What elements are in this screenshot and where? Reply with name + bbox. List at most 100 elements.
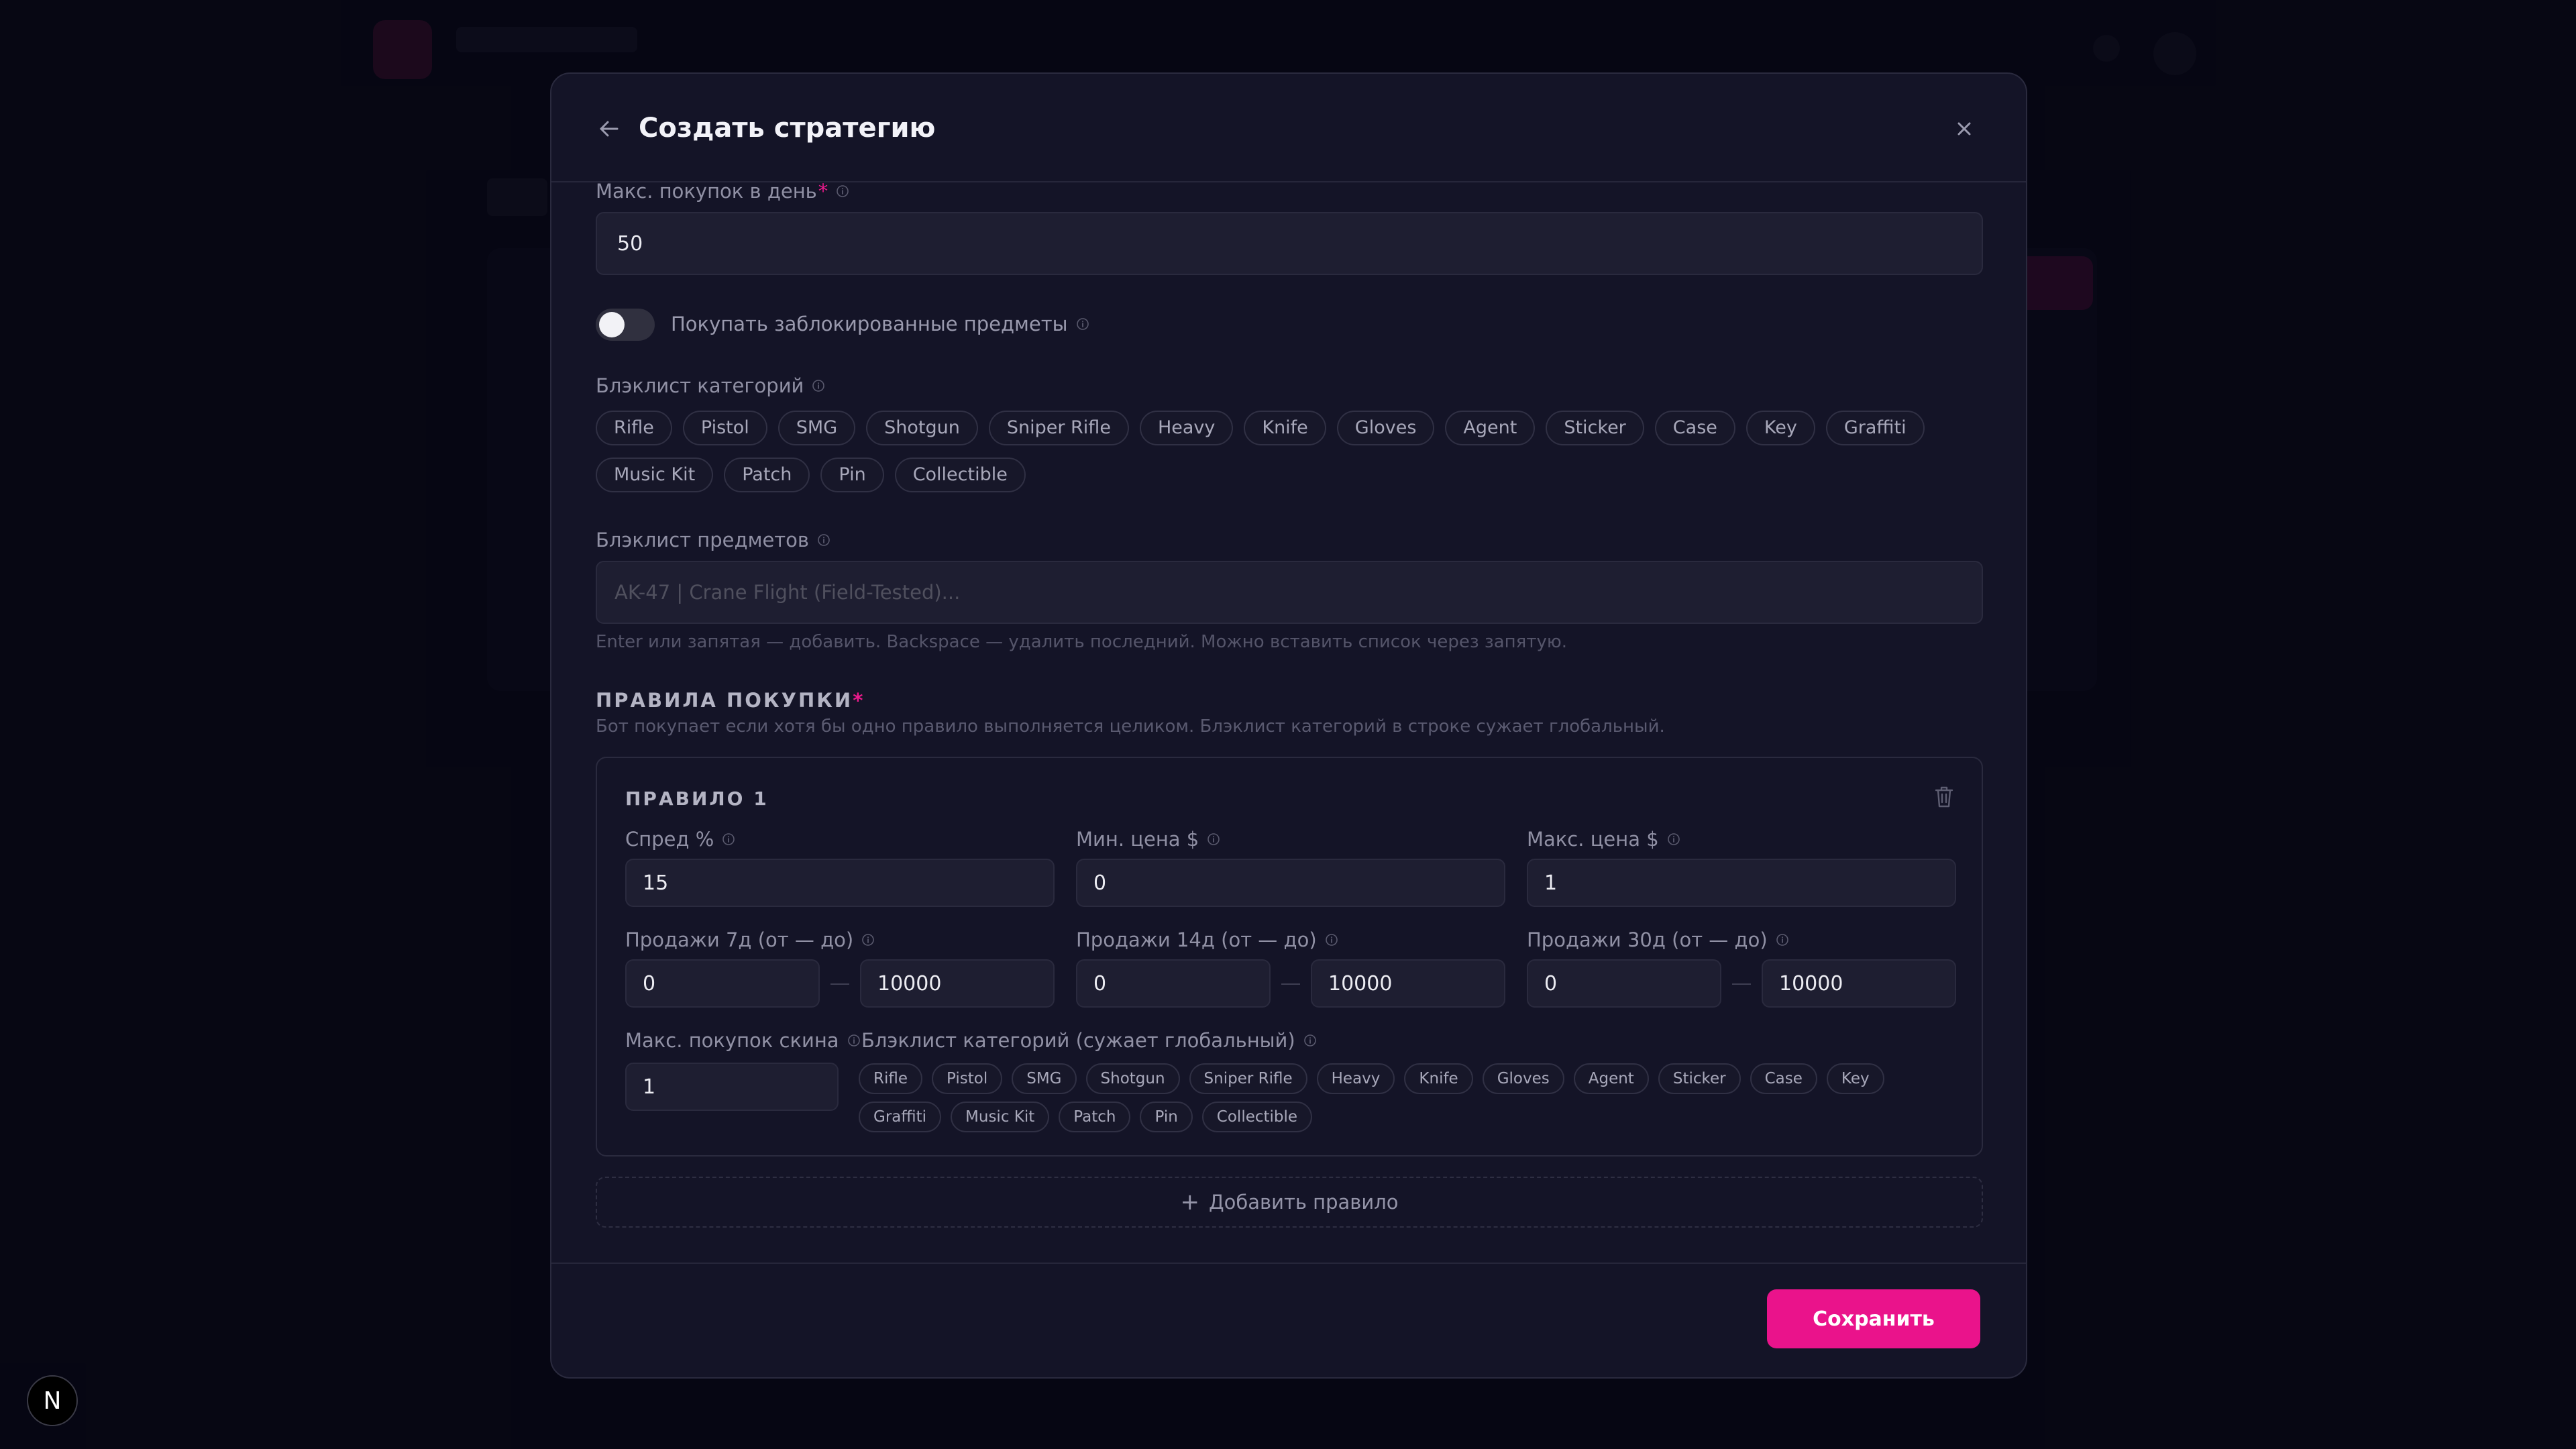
info-icon[interactable] <box>836 184 849 198</box>
n-badge[interactable]: N <box>27 1375 78 1426</box>
rule-category-chip-key[interactable]: Key <box>1826 1063 1884 1094</box>
close-icon[interactable] <box>1952 117 1976 141</box>
rule-category-chip-sticker[interactable]: Sticker <box>1658 1063 1741 1094</box>
info-icon[interactable] <box>1303 1034 1317 1047</box>
rule-category-chip-pistol[interactable]: Pistol <box>932 1063 1003 1094</box>
range-dash <box>830 983 849 985</box>
category-chip-gloves[interactable]: Gloves <box>1336 411 1435 445</box>
arrow-left-icon[interactable] <box>596 115 623 142</box>
sales-14d-from-input[interactable] <box>1076 959 1271 1008</box>
info-icon[interactable] <box>817 533 830 547</box>
rule-category-blacklist-label-text: Блэклист категорий (сужает глобальный) <box>861 1029 1295 1052</box>
max-skin-purchases-label-text: Макс. покупок скина <box>625 1029 839 1052</box>
sales-7d-label: Продажи 7д (от — до) <box>625 928 875 951</box>
category-chip-key[interactable]: Key <box>1746 411 1815 445</box>
sales-14d-label-text: Продажи 14д (от — до) <box>1076 928 1317 951</box>
sales-7d-from-input[interactable] <box>625 959 820 1008</box>
sales-30d-label: Продажи 30д (от — до) <box>1527 928 1789 951</box>
purchase-rules-title: ПРАВИЛА ПОКУПКИ* <box>596 689 865 712</box>
max-purchases-label: Макс. покупок в день * <box>596 180 849 203</box>
rule-category-chip-patch[interactable]: Patch <box>1059 1102 1131 1132</box>
category-blacklist-chips: Rifle Pistol SMG Shotgun Sniper Rifle He… <box>596 411 1983 492</box>
max-purchases-input[interactable] <box>596 212 1983 275</box>
rule-category-chip-knife[interactable]: Knife <box>1404 1063 1473 1094</box>
trash-icon[interactable] <box>1933 785 1955 809</box>
max-price-input[interactable] <box>1527 859 1956 907</box>
modal-title: Создать стратегию <box>639 113 936 144</box>
item-blacklist-input[interactable] <box>596 561 1983 624</box>
rule-category-chip-case[interactable]: Case <box>1750 1063 1817 1094</box>
category-chip-agent[interactable]: Agent <box>1445 411 1536 445</box>
category-chip-graffiti[interactable]: Graffiti <box>1825 411 1925 445</box>
required-marker: * <box>818 180 828 203</box>
rule-category-chip-music-kit[interactable]: Music Kit <box>951 1102 1050 1132</box>
rule-category-chip-shotgun[interactable]: Shotgun <box>1085 1063 1180 1094</box>
sales-7d-to-input[interactable] <box>860 959 1055 1008</box>
rule-category-chip-collectible[interactable]: Collectible <box>1201 1102 1313 1132</box>
spread-input[interactable] <box>625 859 1055 907</box>
create-strategy-modal: Создать стратегию Макс. покупок в день * … <box>550 72 2027 1379</box>
max-price-label: Макс. цена $ <box>1527 828 1680 851</box>
item-blacklist-label-text: Блэклист предметов <box>596 529 810 551</box>
rule-category-chip-rifle[interactable]: Rifle <box>859 1063 923 1094</box>
category-chip-patch[interactable]: Patch <box>724 458 810 492</box>
add-rule-label: Добавить правило <box>1208 1191 1399 1214</box>
sales-30d-from-input[interactable] <box>1527 959 1721 1008</box>
category-chip-rifle[interactable]: Rifle <box>596 411 672 445</box>
category-chip-pistol[interactable]: Pistol <box>682 411 767 445</box>
toggle-knob <box>599 312 625 337</box>
rule-category-chip-sniper-rifle[interactable]: Sniper Rifle <box>1189 1063 1307 1094</box>
min-price-input[interactable] <box>1076 859 1505 907</box>
category-chip-collectible[interactable]: Collectible <box>894 458 1026 492</box>
buy-locked-label: Покупать заблокированные предметы <box>671 313 1089 335</box>
range-dash <box>1732 983 1751 985</box>
info-icon[interactable] <box>861 933 875 947</box>
category-chip-shotgun[interactable]: Shotgun <box>866 411 978 445</box>
modal-header: Создать стратегию <box>551 74 2026 182</box>
save-button[interactable]: Сохранить <box>1767 1289 1980 1348</box>
buy-locked-toggle[interactable] <box>596 309 655 341</box>
rule-category-chip-pin[interactable]: Pin <box>1140 1102 1193 1132</box>
rule-category-chip-heavy[interactable]: Heavy <box>1316 1063 1395 1094</box>
category-blacklist-label-text: Блэклист категорий <box>596 374 804 397</box>
category-chip-sniper-rifle[interactable]: Sniper Rifle <box>988 411 1129 445</box>
rule-category-chip-agent[interactable]: Agent <box>1573 1063 1649 1094</box>
max-skin-purchases-input[interactable] <box>625 1063 839 1111</box>
category-chip-sticker[interactable]: Sticker <box>1546 411 1644 445</box>
rule-category-chip-smg[interactable]: SMG <box>1012 1063 1077 1094</box>
max-price-label-text: Макс. цена $ <box>1527 828 1659 851</box>
rule-category-chip-gloves[interactable]: Gloves <box>1482 1063 1564 1094</box>
add-rule-button[interactable]: + Добавить правило <box>596 1177 1983 1228</box>
info-icon[interactable] <box>847 1034 861 1047</box>
spread-label: Спред % <box>625 828 735 851</box>
info-icon[interactable] <box>1667 833 1680 846</box>
range-dash <box>1281 983 1300 985</box>
category-chip-case[interactable]: Case <box>1654 411 1735 445</box>
info-icon[interactable] <box>722 833 735 846</box>
item-blacklist-label: Блэклист предметов <box>596 529 830 551</box>
info-icon[interactable] <box>1207 833 1220 846</box>
plus-icon: + <box>1180 1189 1199 1216</box>
sales-14d-label: Продажи 14д (от — до) <box>1076 928 1338 951</box>
info-icon[interactable] <box>1076 317 1089 331</box>
purchase-rules-title-text: ПРАВИЛА ПОКУПКИ <box>596 689 853 712</box>
purchase-rules-description: Бот покупает если хотя бы одно правило в… <box>596 716 1665 737</box>
sales-14d-to-input[interactable] <box>1311 959 1505 1008</box>
required-marker: * <box>853 689 865 712</box>
category-chip-knife[interactable]: Knife <box>1244 411 1326 445</box>
buy-locked-label-text: Покупать заблокированные предметы <box>671 313 1068 335</box>
spread-label-text: Спред % <box>625 828 714 851</box>
rule-category-blacklist-chips: Rifle Pistol SMG Shotgun Sniper Rifle He… <box>859 1063 1956 1132</box>
max-skin-purchases-label: Макс. покупок скина <box>625 1029 861 1052</box>
info-icon[interactable] <box>1325 933 1338 947</box>
rule-category-chip-graffiti[interactable]: Graffiti <box>859 1102 942 1132</box>
info-icon[interactable] <box>1776 933 1789 947</box>
info-icon[interactable] <box>812 379 825 392</box>
category-chip-pin[interactable]: Pin <box>820 458 884 492</box>
category-chip-heavy[interactable]: Heavy <box>1139 411 1234 445</box>
sales-30d-to-input[interactable] <box>1762 959 1956 1008</box>
max-purchases-label-text: Макс. покупок в день <box>596 180 817 203</box>
category-chip-music-kit[interactable]: Music Kit <box>596 458 714 492</box>
category-chip-smg[interactable]: SMG <box>777 411 856 445</box>
category-blacklist-label: Блэклист категорий <box>596 374 825 397</box>
